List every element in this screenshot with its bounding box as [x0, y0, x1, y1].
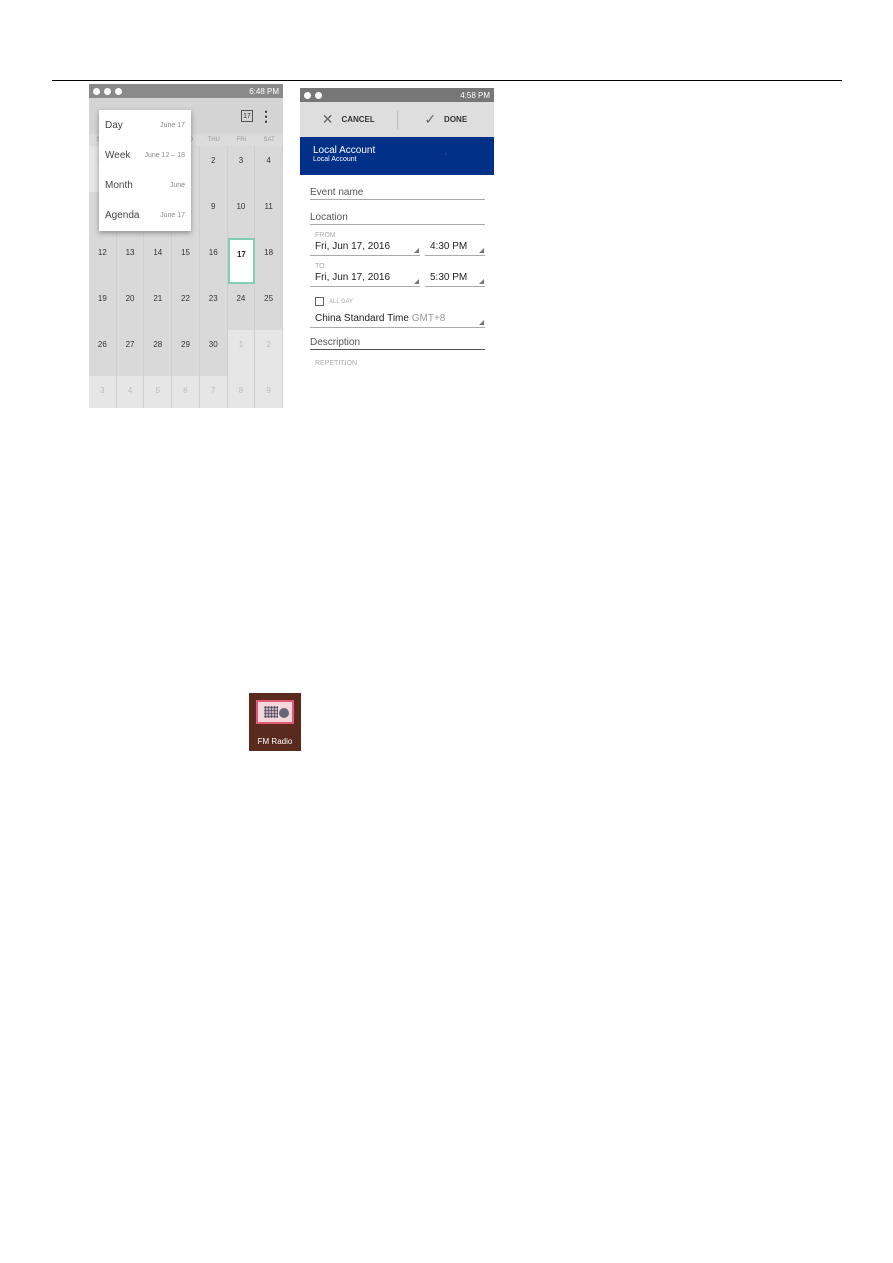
menu-item-label: Month — [105, 179, 133, 191]
done-button[interactable]: ✓ DONE — [398, 111, 495, 128]
day-cell[interactable]: 7 — [199, 376, 228, 408]
calendar-screenshot: 6:48 PM 17 ⋮ SUNMONTUEWEDTHUFRISAT 29303… — [89, 84, 283, 408]
day-cell[interactable]: 19 — [89, 284, 117, 330]
menu-item-range: June — [169, 181, 185, 189]
day-cell[interactable]: 21 — [144, 284, 173, 330]
more-options-icon[interactable]: ⋮ — [259, 108, 273, 125]
day-cell[interactable]: 30 — [200, 330, 228, 376]
day-cell[interactable]: 29 — [172, 330, 200, 376]
day-cell[interactable]: 20 — [117, 284, 145, 330]
from-date-picker[interactable]: Fri, Jun 17, 2016 — [310, 239, 420, 256]
day-cell[interactable]: 18 — [255, 238, 283, 284]
menu-item-range: June 17 — [160, 121, 185, 129]
event-name-input[interactable]: Event name — [310, 175, 485, 200]
view-menu-item-day[interactable]: Day June 17 — [99, 110, 191, 140]
status-icon — [304, 91, 311, 99]
day-cell[interactable]: 16 — [200, 238, 228, 284]
day-cell[interactable]: 8 — [227, 376, 256, 408]
day-cell[interactable]: 22 — [172, 284, 200, 330]
account-subtitle: Local Account — [313, 156, 357, 163]
account-selector[interactable]: Local Account Local Account ▼ — [300, 137, 494, 175]
check-icon: ✓ — [424, 111, 437, 127]
day-cell[interactable]: 23 — [200, 284, 228, 330]
fm-radio-app-icon[interactable]: FM Radio — [249, 693, 301, 751]
status-icon — [315, 91, 322, 99]
menu-item-label: Agenda — [105, 209, 140, 221]
day-cell[interactable]: 9 — [200, 192, 228, 238]
view-menu: Day June 17 Week June 12 – 18 Month June Agend… — [99, 110, 191, 231]
day-cell[interactable]: 25 — [255, 284, 283, 330]
weekday-label: THU — [207, 137, 220, 143]
day-cell[interactable]: 3 — [228, 146, 256, 192]
status-time: 4:58 PM — [460, 90, 490, 100]
status-time: 6:48 PM — [249, 86, 279, 96]
fm-radio-label: FM Radio — [257, 737, 293, 746]
status-bar: 4:58 PM — [300, 88, 494, 102]
close-icon: ✕ — [321, 111, 334, 127]
header-rule — [52, 80, 842, 81]
action-bar: ✕ CANCEL ✓ DONE — [300, 102, 494, 137]
to-time-picker[interactable]: 5:30 PM — [425, 270, 485, 287]
radio-icon — [256, 700, 294, 724]
day-cell[interactable]: 15 — [172, 238, 200, 284]
day-cell[interactable]: 11 — [255, 192, 283, 238]
cancel-label: CANCEL — [341, 115, 375, 124]
status-icon — [93, 87, 100, 95]
day-cell[interactable]: 12 — [89, 238, 117, 284]
to-label: TO — [315, 263, 325, 270]
dropdown-arrow-icon: ▼ — [443, 152, 449, 158]
day-cell[interactable]: 6 — [172, 376, 200, 408]
day-cell[interactable]: 17 — [227, 238, 256, 284]
day-cell[interactable]: 9 — [255, 376, 283, 408]
weekday-label: FRI — [236, 137, 247, 143]
all-day-checkbox[interactable]: ALL DAY — [315, 297, 494, 306]
day-cell[interactable]: 26 — [89, 330, 117, 376]
done-label: DONE — [444, 115, 468, 124]
menu-item-range: June 12 – 18 — [144, 151, 185, 159]
new-event-screenshot: 4:58 PM ✕ CANCEL ✓ DONE Local Account Loca… — [300, 88, 494, 410]
day-cell[interactable]: 2 — [255, 330, 283, 376]
cancel-button[interactable]: ✕ CANCEL — [300, 111, 397, 128]
view-menu-item-month[interactable]: Month June — [99, 170, 191, 200]
timezone-name: China Standard Time — [315, 313, 409, 324]
day-cell[interactable]: 28 — [144, 330, 173, 376]
day-cell[interactable]: 4 — [255, 146, 283, 192]
from-label: FROM — [315, 232, 336, 239]
weekday-label: SAT — [263, 137, 275, 143]
from-time-picker[interactable]: 4:30 PM — [425, 239, 485, 256]
day-cell[interactable]: 5 — [144, 376, 173, 408]
view-menu-item-agenda[interactable]: Agenda June 17 — [99, 200, 191, 230]
day-cell[interactable]: 1 — [227, 330, 256, 376]
to-date-picker[interactable]: Fri, Jun 17, 2016 — [310, 270, 420, 287]
day-cell[interactable]: 4 — [116, 376, 145, 408]
account-title: Local Account — [313, 145, 376, 156]
go-to-today-button[interactable]: 17 — [241, 110, 253, 122]
menu-item-label: Day — [105, 119, 123, 131]
day-cell[interactable]: 27 — [117, 330, 145, 376]
repetition-label: REPETITION — [315, 360, 358, 367]
status-bar: 6:48 PM — [89, 84, 283, 98]
timezone-picker[interactable]: China Standard Time GMT+8 — [310, 311, 485, 328]
day-cell[interactable]: 24 — [228, 284, 256, 330]
day-cell[interactable]: 14 — [144, 238, 173, 284]
checkbox-icon — [315, 297, 324, 306]
menu-item-label: Week — [105, 149, 131, 161]
menu-item-range: June 17 — [160, 211, 185, 219]
status-icon — [104, 87, 111, 95]
status-icon — [115, 87, 122, 95]
view-menu-item-week[interactable]: Week June 12 – 18 — [99, 140, 191, 170]
description-input[interactable]: Description — [310, 328, 485, 350]
day-cell[interactable]: 3 — [89, 376, 117, 408]
day-cell[interactable]: 10 — [228, 192, 256, 238]
location-input[interactable]: Location — [310, 200, 485, 225]
timezone-offset: GMT+8 — [411, 313, 446, 324]
all-day-label: ALL DAY — [329, 298, 354, 305]
day-cell[interactable]: 2 — [200, 146, 228, 192]
day-cell[interactable]: 13 — [117, 238, 145, 284]
